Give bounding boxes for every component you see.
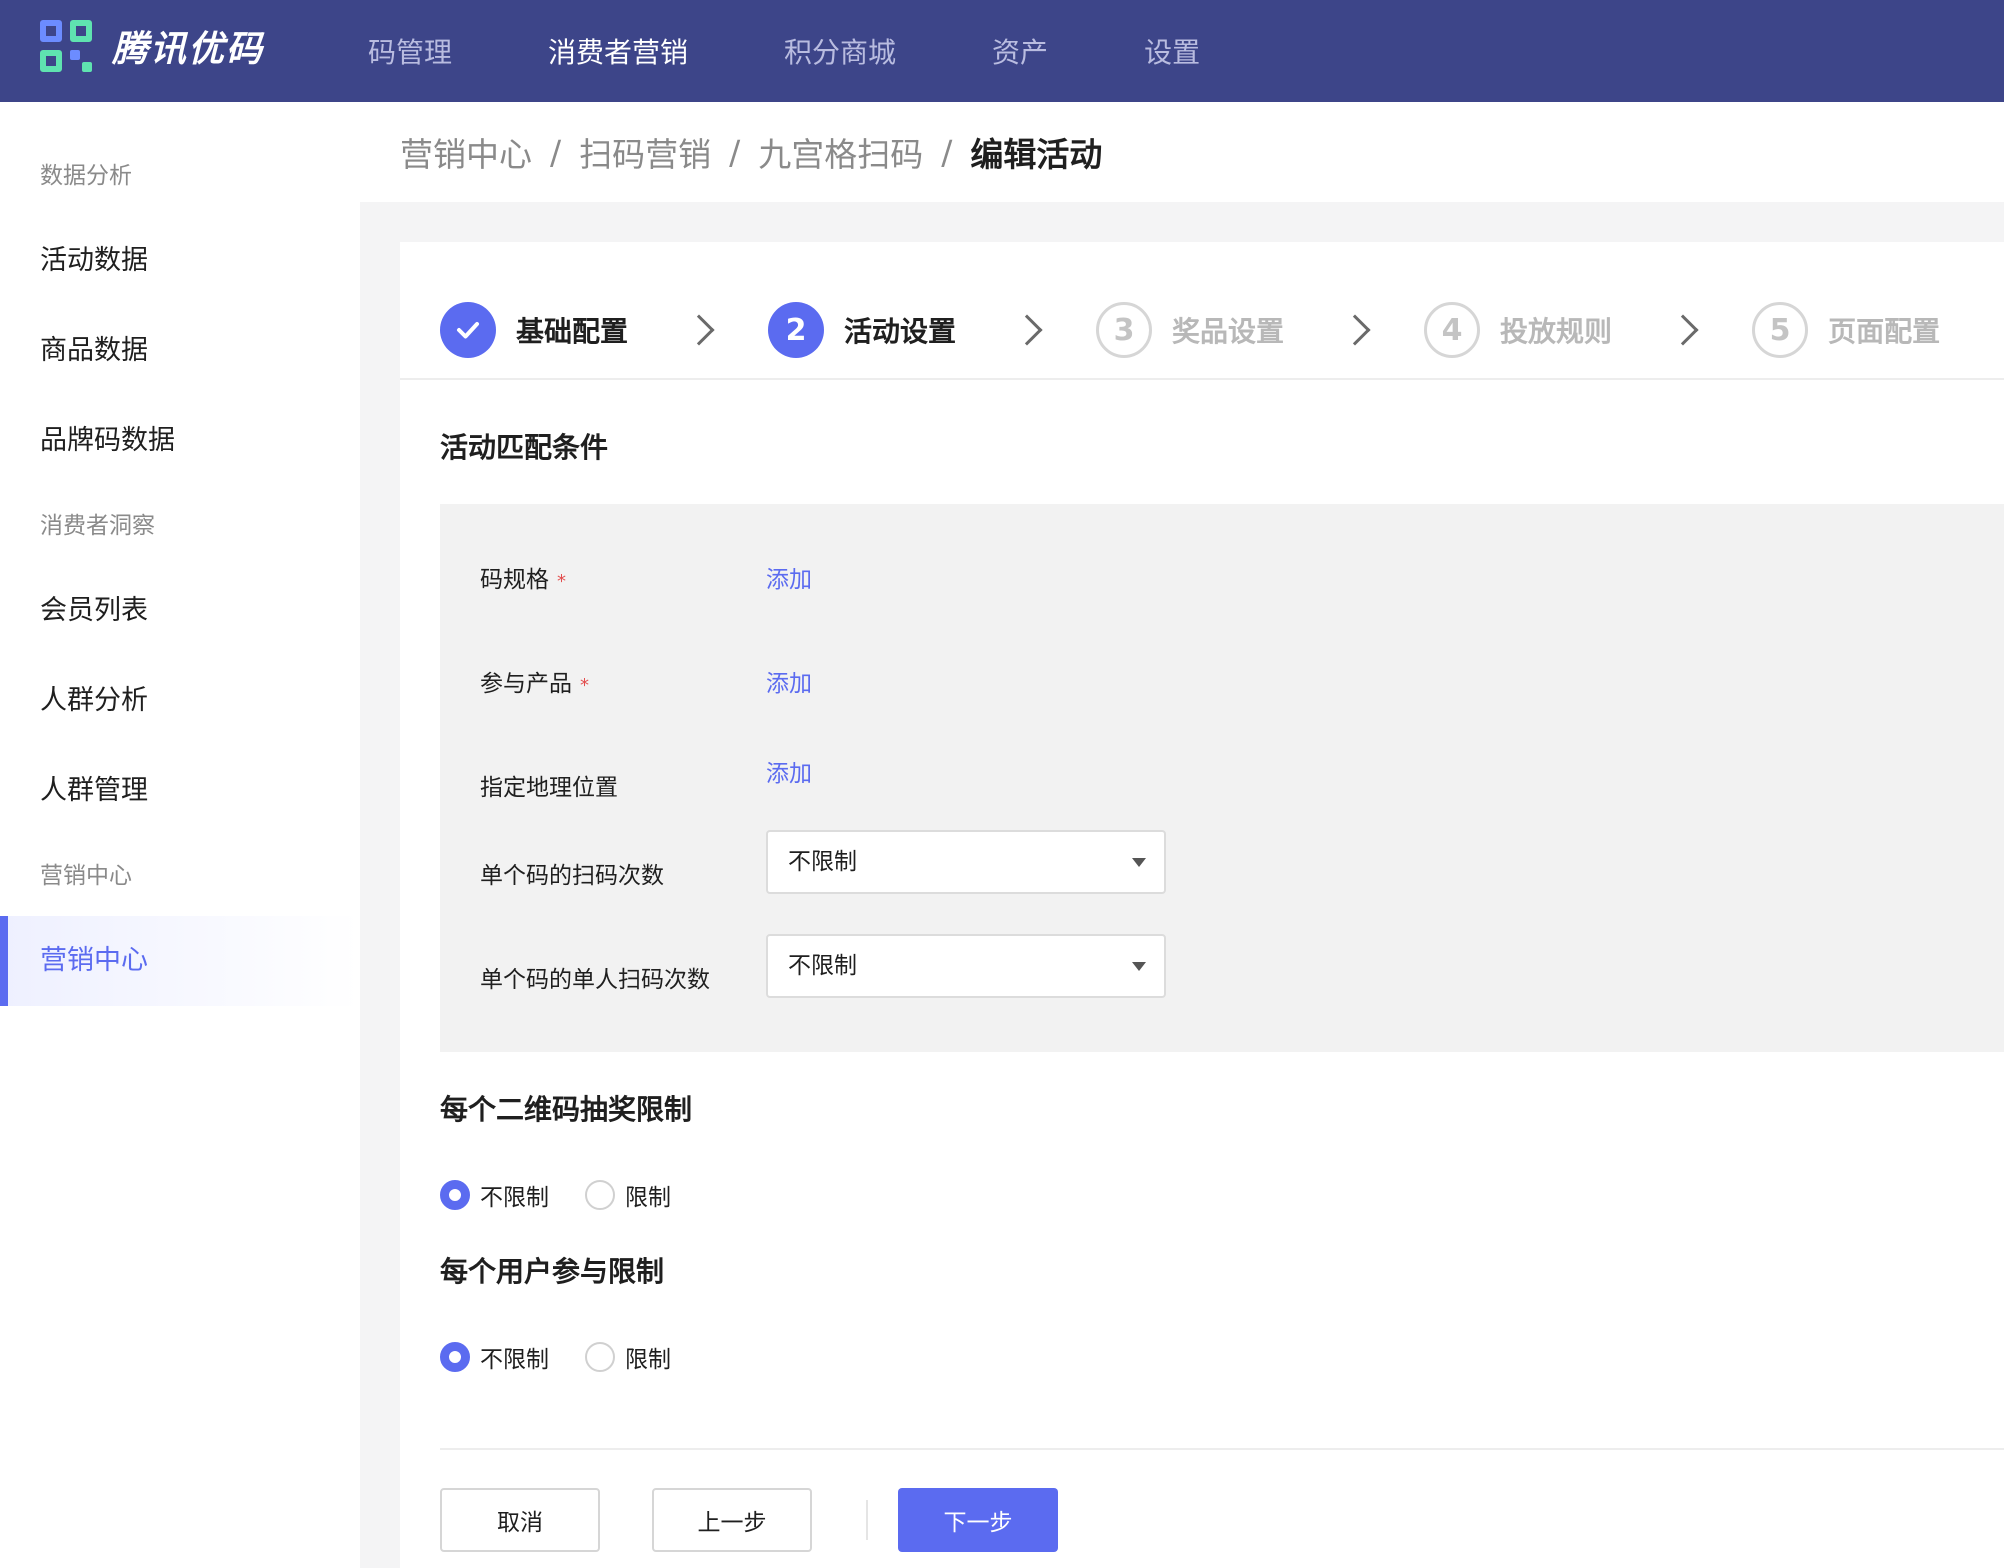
required-mark: * <box>580 675 589 696</box>
section-title-match-conditions: 活动匹配条件 <box>440 431 609 464</box>
sidebar-item-crowd-management[interactable]: 人群管理 <box>0 746 360 836</box>
brand-logo[interactable]: 腾讯优码 <box>40 20 264 72</box>
qr-limit-radio-unlimited[interactable]: 不限制 <box>440 1178 549 1212</box>
sidebar: 数据分析 活动数据 商品数据 品牌码数据 消费者洞察 会员列表 人群分析 人群管… <box>0 102 360 1568</box>
check-icon <box>440 302 496 358</box>
sidebar-group-consumer-insight: 消费者洞察 <box>40 513 155 539</box>
step-prize-settings[interactable]: 3 奖品设置 <box>1096 302 1284 358</box>
radio-label: 不限制 <box>480 1185 549 1211</box>
breadcrumb-separator: / <box>941 132 953 172</box>
step-number: 4 <box>1424 302 1481 358</box>
match-conditions-panel: 码规格 * 添加 参与产品 * 添加 指定地理位置 添加 单个码的扫码次数 不限制 … <box>440 504 2004 1052</box>
section-title-qr-limit: 每个二维码抽奖限制 <box>440 1093 693 1126</box>
radio-label: 不限制 <box>480 1347 549 1373</box>
sidebar-group-marketing-center: 营销中心 <box>40 863 132 889</box>
code-spec-label: 码规格 * <box>480 567 566 593</box>
step-label: 奖品设置 <box>1172 315 1285 348</box>
breadcrumb-separator: / <box>550 132 562 172</box>
step-delivery-rules[interactable]: 4 投放规则 <box>1424 302 1612 358</box>
sidebar-item-crowd-analysis[interactable]: 人群分析 <box>0 656 360 746</box>
user-limit-radio-group: 不限制 限制 <box>440 1340 707 1374</box>
sidebar-item-marketing-center[interactable]: 营销中心 <box>0 916 360 1006</box>
top-nav-menu: 码管理 消费者营销 积分商城 资产 设置 <box>368 0 1296 102</box>
chevron-right-icon <box>683 314 715 346</box>
caret-down-icon <box>1132 858 1146 867</box>
cancel-button[interactable]: 取消 <box>440 1488 600 1552</box>
breadcrumb-item-grid-scan[interactable]: 九宫格扫码 <box>758 128 923 176</box>
scan-times-select[interactable]: 不限制 <box>766 830 1166 894</box>
caret-down-icon <box>1132 962 1146 971</box>
topnav-item-consumer-marketing[interactable]: 消费者营销 <box>548 31 688 71</box>
page-title: 编辑活动 <box>970 135 1103 174</box>
qr-logo-icon <box>40 20 96 72</box>
step-label: 活动设置 <box>844 315 957 348</box>
topnav-item-assets[interactable]: 资产 <box>992 31 1048 71</box>
section-title-user-limit: 每个用户参与限制 <box>440 1255 665 1288</box>
required-mark: * <box>557 571 566 592</box>
add-products-link[interactable]: 添加 <box>766 664 812 698</box>
radio-checked-icon <box>440 1180 470 1210</box>
scan-times-value: 不限制 <box>788 849 857 875</box>
step-number: 2 <box>768 302 825 358</box>
breadcrumb-item-scan-marketing[interactable]: 扫码营销 <box>579 128 711 176</box>
sidebar-group-data-analysis: 数据分析 <box>40 163 132 189</box>
qr-limit-radio-limited[interactable]: 限制 <box>585 1178 671 1212</box>
step-label: 投放规则 <box>1500 315 1613 348</box>
divider <box>440 1448 2004 1450</box>
topnav-item-code-management[interactable]: 码管理 <box>368 31 452 71</box>
products-label: 参与产品 * <box>480 671 589 697</box>
radio-unchecked-icon <box>585 1180 615 1210</box>
sidebar-item-activity-data[interactable]: 活动数据 <box>0 216 360 306</box>
step-label: 页面配置 <box>1828 315 1941 348</box>
add-geo-location-link[interactable]: 添加 <box>766 754 812 788</box>
qr-limit-radio-group: 不限制 限制 <box>440 1178 707 1212</box>
edit-activity-card: 基础配置 2 活动设置 3 奖品设置 4 投放规则 5 页面配置 活动匹配条件 … <box>400 242 2004 1568</box>
sidebar-item-member-list[interactable]: 会员列表 <box>0 566 360 656</box>
divider <box>400 378 2004 380</box>
chevron-right-icon <box>1339 314 1371 346</box>
next-step-button[interactable]: 下一步 <box>898 1488 1058 1552</box>
geo-location-label: 指定地理位置 <box>480 775 618 801</box>
sidebar-item-brand-code-data[interactable]: 品牌码数据 <box>0 396 360 486</box>
step-page-config[interactable]: 5 页面配置 <box>1752 302 1940 358</box>
step-progress: 基础配置 2 活动设置 3 奖品设置 4 投放规则 5 页面配置 <box>440 282 1940 378</box>
breadcrumb: 营销中心 / 扫码营销 / 九宫格扫码 / 编辑活动 <box>400 102 1102 202</box>
step-number: 5 <box>1752 302 1809 358</box>
step-label: 基础配置 <box>516 315 629 348</box>
step-basic-config[interactable]: 基础配置 <box>440 302 628 358</box>
previous-step-button[interactable]: 上一步 <box>652 1488 812 1552</box>
radio-label: 限制 <box>625 1347 671 1373</box>
radio-checked-icon <box>440 1342 470 1372</box>
topnav-item-settings[interactable]: 设置 <box>1144 31 1200 71</box>
sidebar-item-product-data[interactable]: 商品数据 <box>0 306 360 396</box>
user-limit-radio-limited[interactable]: 限制 <box>585 1340 671 1374</box>
add-code-spec-link[interactable]: 添加 <box>766 560 812 594</box>
button-separator <box>866 1500 868 1540</box>
radio-unchecked-icon <box>585 1342 615 1372</box>
chevron-right-icon <box>1011 314 1043 346</box>
breadcrumb-separator: / <box>729 132 741 172</box>
scan-times-label: 单个码的扫码次数 <box>480 863 664 889</box>
brand-name: 腾讯优码 <box>112 29 265 70</box>
user-limit-radio-unlimited[interactable]: 不限制 <box>440 1340 549 1374</box>
radio-label: 限制 <box>625 1185 671 1211</box>
step-number: 3 <box>1096 302 1153 358</box>
chevron-right-icon <box>1667 314 1699 346</box>
per-user-scan-times-value: 不限制 <box>788 953 857 979</box>
per-user-scan-times-select[interactable]: 不限制 <box>766 934 1166 998</box>
step-activity-settings[interactable]: 2 活动设置 <box>768 302 956 358</box>
breadcrumb-item-marketing-center[interactable]: 营销中心 <box>400 128 532 176</box>
per-user-scan-times-label: 单个码的单人扫码次数 <box>480 967 710 993</box>
topnav-item-points-mall[interactable]: 积分商城 <box>784 31 896 71</box>
top-navbar: 腾讯优码 码管理 消费者营销 积分商城 资产 设置 <box>0 0 2004 102</box>
